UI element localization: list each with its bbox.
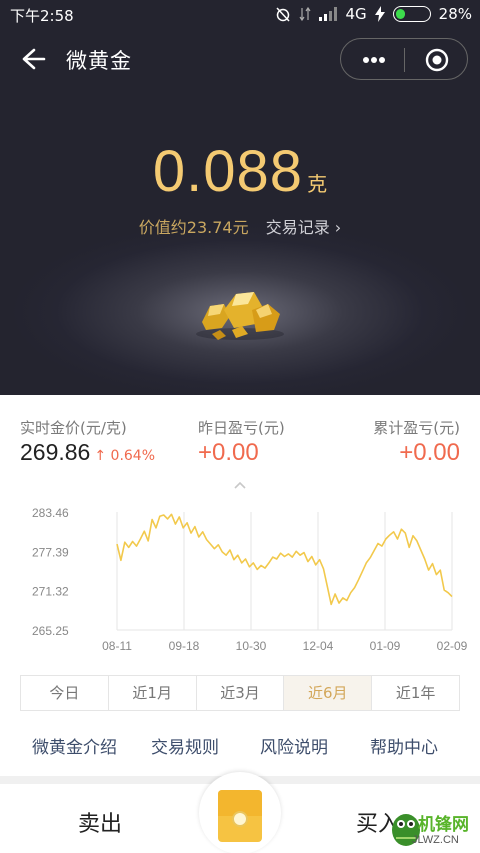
data-arrows-icon [299, 6, 311, 22]
x-tick-label: 12-04 [303, 639, 334, 650]
gold-amount: 0.088 [152, 139, 304, 204]
info-link-1[interactable]: 交易规则 [151, 733, 219, 758]
total-pl: +0.00 [399, 439, 460, 466]
info-link-2[interactable]: 风险说明 [260, 733, 328, 758]
info-links: 微黄金介绍 交易规则 风险说明 帮助中心 [0, 733, 480, 759]
info-link-3[interactable]: 帮助中心 [370, 733, 438, 758]
gold-unit: 克 [307, 172, 328, 196]
gift-button[interactable] [199, 772, 281, 853]
battery-icon [392, 6, 431, 22]
trade-records-link[interactable]: 交易记录 › [266, 218, 342, 237]
close-miniprogram-icon[interactable] [425, 48, 449, 72]
miniprogram-capsule [340, 38, 468, 80]
x-tick-label: 09-18 [169, 639, 200, 650]
stats-row: 实时金价(元/克) 269.86 ↑ 0.64% 昨日盈亏(元) +0.00 累计… [0, 395, 480, 485]
status-time: 下午2:58 [10, 7, 74, 25]
battery-percent: 28% [438, 5, 472, 23]
total-label: 累计盈亏(元) [373, 419, 460, 437]
price-change: ↑ 0.64% [94, 448, 156, 464]
y-tick-label: 265.25 [32, 624, 69, 638]
capsule-divider [404, 48, 405, 72]
x-tick-label: 02-09 [437, 639, 468, 650]
holding-value: 价值约23.74元 [138, 218, 249, 237]
more-icon[interactable] [359, 49, 389, 71]
x-tick-label: 10-30 [236, 639, 267, 650]
status-icons: 4G 28% [275, 5, 472, 23]
sell-button[interactable]: 卖出 [78, 806, 122, 838]
price-chart: 283.46 277.39 271.32 265.25 08-11 09-18 10-30 1… [32, 506, 468, 650]
watermark-sub: JLWZ.CN [412, 834, 459, 846]
x-tick-label: 01-09 [370, 639, 401, 650]
signal-icon [319, 7, 338, 21]
header-panel: 下午2:58 4G 28% 微黄金 0.088 克 价值约23.74元 交易记录 … [0, 0, 480, 395]
back-arrow-icon[interactable] [20, 46, 46, 72]
envelope-coin [232, 811, 248, 827]
price-label: 实时金价(元/克) [20, 419, 127, 437]
page-title: 微黄金 [66, 49, 132, 73]
period-tabs: 今日 近1月 近3月 近6月 近1年 [20, 675, 460, 711]
yesterday-pl: +0.00 [198, 439, 259, 466]
y-tick-label: 283.46 [32, 506, 69, 520]
period-tab-4[interactable]: 近1年 [372, 676, 459, 710]
period-tab-1[interactable]: 近1月 [109, 676, 197, 710]
price-block: 269.86 ↑ 0.64% [20, 439, 155, 466]
value-line: 价值约23.74元 交易记录 › [0, 214, 480, 238]
yesterday-label: 昨日盈亏(元) [198, 419, 285, 437]
nav-bar: 微黄金 [0, 36, 480, 82]
realtime-price: 269.86 [20, 439, 91, 465]
alarm-off-icon [276, 7, 291, 22]
gold-nuggets-icon [196, 292, 284, 340]
x-tick-label: 08-11 [102, 639, 132, 650]
gold-holding: 0.088 克 [0, 138, 480, 205]
period-tab-3[interactable]: 近6月 [284, 676, 373, 710]
collapse-chevron-icon[interactable] [232, 480, 248, 490]
period-tab-2[interactable]: 近3月 [197, 676, 285, 710]
network-type: 4G [345, 5, 367, 23]
watermark-text: 机锋网 [418, 815, 469, 835]
status-bar: 下午2:58 4G 28% [0, 0, 480, 30]
y-tick-label: 277.39 [32, 545, 69, 559]
charging-icon [374, 6, 385, 22]
y-tick-label: 271.32 [32, 585, 69, 599]
info-link-0[interactable]: 微黄金介绍 [32, 733, 117, 758]
period-tab-0[interactable]: 今日 [21, 676, 109, 710]
price-line [116, 513, 453, 606]
